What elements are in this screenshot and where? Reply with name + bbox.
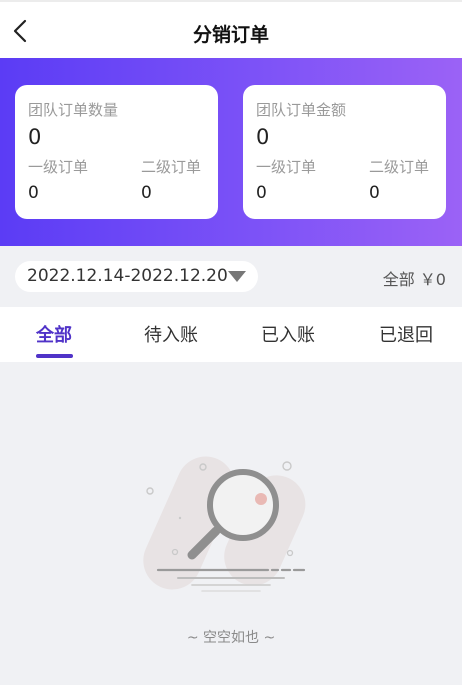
card-total-value: 0 <box>256 125 270 149</box>
level2-label: 二级订单 <box>369 158 430 176</box>
stats-banner: 团队订单数量 0 一级订单 二级订单 0 0 团队订单金额 0 一级订单 二级订… <box>0 58 462 246</box>
tab-credited[interactable]: 已入账 <box>261 321 315 347</box>
card-label: 团队订单金额 <box>256 101 347 119</box>
filter-bar: 2022.12.14-2022.12.20 全部 ￥0 <box>0 246 462 307</box>
empty-state-text: ~ 空空如也 ~ <box>186 630 276 646</box>
status-tabs: 全部 待入账 已入账 已退回 <box>0 307 462 362</box>
level2-value: 0 <box>141 183 152 203</box>
level1-label: 一级订单 <box>28 158 89 176</box>
page-title: 分销订单 <box>192 24 269 46</box>
team-order-count-card: 团队订单数量 0 一级订单 二级订单 0 0 <box>15 85 218 219</box>
empty-search-illustration-icon <box>143 456 306 592</box>
level1-label: 一级订单 <box>256 158 317 176</box>
tab-returned[interactable]: 已退回 <box>379 321 433 347</box>
header-bar: 分销订单 <box>0 0 462 58</box>
card-total-value: 0 <box>28 125 42 149</box>
level2-label: 二级订单 <box>141 158 202 176</box>
level1-value: 0 <box>256 183 267 203</box>
card-label: 团队订单数量 <box>28 101 119 119</box>
caret-down-icon <box>228 271 246 282</box>
tab-all[interactable]: 全部 <box>36 321 72 347</box>
date-range-text: 2022.12.14-2022.12.20 <box>27 266 228 286</box>
tab-pending[interactable]: 待入账 <box>144 321 198 347</box>
level1-value: 0 <box>28 183 39 203</box>
level2-value: 0 <box>369 183 380 203</box>
date-range-picker[interactable]: 2022.12.14-2022.12.20 <box>15 261 258 292</box>
active-tab-indicator <box>36 354 73 358</box>
team-order-amount-card: 团队订单金额 0 一级订单 二级订单 0 0 <box>243 85 446 219</box>
order-summary: 全部 ￥0 <box>382 270 446 289</box>
